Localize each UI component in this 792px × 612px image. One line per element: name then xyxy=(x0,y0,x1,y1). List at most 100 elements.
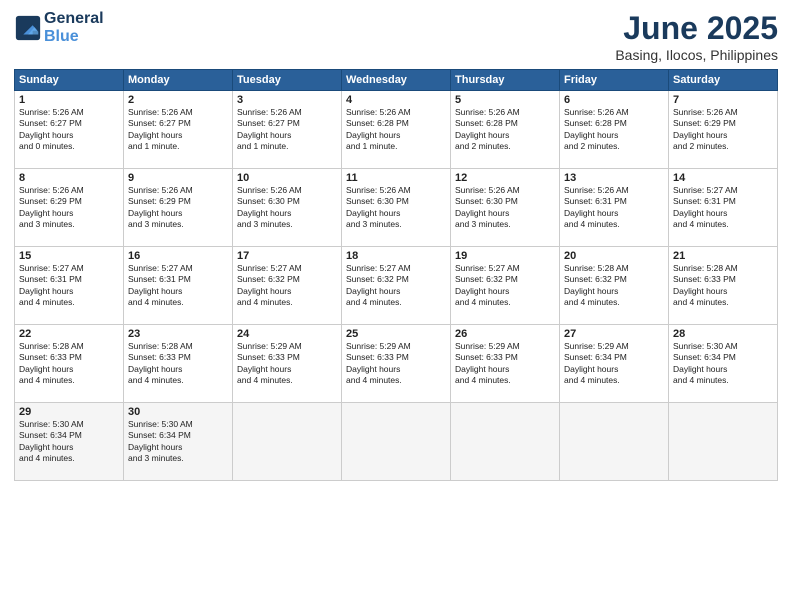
calendar-cell: 3Sunrise: 5:26 AMSunset: 6:27 PMDaylight… xyxy=(233,91,342,169)
day-number: 23 xyxy=(128,328,228,340)
col-header-sunday: Sunday xyxy=(15,70,124,91)
calendar-cell: 30Sunrise: 5:30 AMSunset: 6:34 PMDayligh… xyxy=(124,403,233,481)
calendar-cell xyxy=(669,403,778,481)
calendar-cell xyxy=(560,403,669,481)
calendar-cell: 20Sunrise: 5:28 AMSunset: 6:32 PMDayligh… xyxy=(560,247,669,325)
calendar-cell: 28Sunrise: 5:30 AMSunset: 6:34 PMDayligh… xyxy=(669,325,778,403)
day-number: 14 xyxy=(673,172,773,184)
cell-info: Sunrise: 5:27 AMSunset: 6:31 PMDaylight … xyxy=(673,185,738,229)
logo-icon xyxy=(14,14,42,42)
day-number: 17 xyxy=(237,250,337,262)
day-number: 28 xyxy=(673,328,773,340)
calendar-cell: 17Sunrise: 5:27 AMSunset: 6:32 PMDayligh… xyxy=(233,247,342,325)
cell-info: Sunrise: 5:30 AMSunset: 6:34 PMDaylight … xyxy=(128,419,193,463)
cell-info: Sunrise: 5:26 AMSunset: 6:27 PMDaylight … xyxy=(237,107,302,151)
calendar-cell: 2Sunrise: 5:26 AMSunset: 6:27 PMDaylight… xyxy=(124,91,233,169)
day-number: 20 xyxy=(564,250,664,262)
calendar-cell: 12Sunrise: 5:26 AMSunset: 6:30 PMDayligh… xyxy=(451,169,560,247)
day-number: 10 xyxy=(237,172,337,184)
calendar-cell: 15Sunrise: 5:27 AMSunset: 6:31 PMDayligh… xyxy=(15,247,124,325)
day-number: 18 xyxy=(346,250,446,262)
col-header-wednesday: Wednesday xyxy=(342,70,451,91)
calendar-cell: 26Sunrise: 5:29 AMSunset: 6:33 PMDayligh… xyxy=(451,325,560,403)
cell-info: Sunrise: 5:26 AMSunset: 6:28 PMDaylight … xyxy=(455,107,520,151)
day-number: 24 xyxy=(237,328,337,340)
calendar-cell: 8Sunrise: 5:26 AMSunset: 6:29 PMDaylight… xyxy=(15,169,124,247)
calendar-cell: 7Sunrise: 5:26 AMSunset: 6:29 PMDaylight… xyxy=(669,91,778,169)
day-number: 9 xyxy=(128,172,228,184)
col-header-saturday: Saturday xyxy=(669,70,778,91)
calendar-cell xyxy=(342,403,451,481)
cell-info: Sunrise: 5:27 AMSunset: 6:32 PMDaylight … xyxy=(346,263,411,307)
cell-info: Sunrise: 5:27 AMSunset: 6:32 PMDaylight … xyxy=(455,263,520,307)
day-number: 12 xyxy=(455,172,555,184)
col-header-tuesday: Tuesday xyxy=(233,70,342,91)
cell-info: Sunrise: 5:26 AMSunset: 6:30 PMDaylight … xyxy=(346,185,411,229)
calendar-cell: 14Sunrise: 5:27 AMSunset: 6:31 PMDayligh… xyxy=(669,169,778,247)
cell-info: Sunrise: 5:26 AMSunset: 6:27 PMDaylight … xyxy=(19,107,84,151)
week-row-2: 15Sunrise: 5:27 AMSunset: 6:31 PMDayligh… xyxy=(15,247,778,325)
logo-text: General Blue xyxy=(44,10,104,45)
day-number: 13 xyxy=(564,172,664,184)
calendar-cell xyxy=(233,403,342,481)
calendar-cell: 22Sunrise: 5:28 AMSunset: 6:33 PMDayligh… xyxy=(15,325,124,403)
calendar-cell: 5Sunrise: 5:26 AMSunset: 6:28 PMDaylight… xyxy=(451,91,560,169)
calendar-cell: 13Sunrise: 5:26 AMSunset: 6:31 PMDayligh… xyxy=(560,169,669,247)
cell-info: Sunrise: 5:27 AMSunset: 6:32 PMDaylight … xyxy=(237,263,302,307)
col-header-friday: Friday xyxy=(560,70,669,91)
day-number: 3 xyxy=(237,94,337,106)
day-number: 5 xyxy=(455,94,555,106)
day-number: 21 xyxy=(673,250,773,262)
cell-info: Sunrise: 5:29 AMSunset: 6:33 PMDaylight … xyxy=(455,341,520,385)
location: Basing, Ilocos, Philippines xyxy=(615,47,778,63)
calendar-cell: 4Sunrise: 5:26 AMSunset: 6:28 PMDaylight… xyxy=(342,91,451,169)
cell-info: Sunrise: 5:30 AMSunset: 6:34 PMDaylight … xyxy=(673,341,738,385)
cell-info: Sunrise: 5:26 AMSunset: 6:28 PMDaylight … xyxy=(564,107,629,151)
day-number: 15 xyxy=(19,250,119,262)
calendar-cell: 11Sunrise: 5:26 AMSunset: 6:30 PMDayligh… xyxy=(342,169,451,247)
day-number: 4 xyxy=(346,94,446,106)
calendar-cell: 1Sunrise: 5:26 AMSunset: 6:27 PMDaylight… xyxy=(15,91,124,169)
calendar-page: General Blue June 2025 Basing, Ilocos, P… xyxy=(0,0,792,612)
cell-info: Sunrise: 5:26 AMSunset: 6:30 PMDaylight … xyxy=(455,185,520,229)
calendar-cell: 23Sunrise: 5:28 AMSunset: 6:33 PMDayligh… xyxy=(124,325,233,403)
calendar-cell: 29Sunrise: 5:30 AMSunset: 6:34 PMDayligh… xyxy=(15,403,124,481)
week-row-4: 29Sunrise: 5:30 AMSunset: 6:34 PMDayligh… xyxy=(15,403,778,481)
month-title: June 2025 xyxy=(615,10,778,47)
cell-info: Sunrise: 5:26 AMSunset: 6:31 PMDaylight … xyxy=(564,185,629,229)
col-header-monday: Monday xyxy=(124,70,233,91)
cell-info: Sunrise: 5:27 AMSunset: 6:31 PMDaylight … xyxy=(128,263,193,307)
cell-info: Sunrise: 5:26 AMSunset: 6:27 PMDaylight … xyxy=(128,107,193,151)
calendar-cell: 25Sunrise: 5:29 AMSunset: 6:33 PMDayligh… xyxy=(342,325,451,403)
cell-info: Sunrise: 5:26 AMSunset: 6:29 PMDaylight … xyxy=(673,107,738,151)
cell-info: Sunrise: 5:26 AMSunset: 6:28 PMDaylight … xyxy=(346,107,411,151)
cell-info: Sunrise: 5:28 AMSunset: 6:33 PMDaylight … xyxy=(128,341,193,385)
cell-info: Sunrise: 5:27 AMSunset: 6:31 PMDaylight … xyxy=(19,263,84,307)
cell-info: Sunrise: 5:29 AMSunset: 6:33 PMDaylight … xyxy=(237,341,302,385)
calendar-cell: 6Sunrise: 5:26 AMSunset: 6:28 PMDaylight… xyxy=(560,91,669,169)
cell-info: Sunrise: 5:28 AMSunset: 6:32 PMDaylight … xyxy=(564,263,629,307)
cell-info: Sunrise: 5:30 AMSunset: 6:34 PMDaylight … xyxy=(19,419,84,463)
calendar-cell xyxy=(451,403,560,481)
day-number: 11 xyxy=(346,172,446,184)
day-number: 25 xyxy=(346,328,446,340)
cell-info: Sunrise: 5:28 AMSunset: 6:33 PMDaylight … xyxy=(19,341,84,385)
day-number: 26 xyxy=(455,328,555,340)
week-row-0: 1Sunrise: 5:26 AMSunset: 6:27 PMDaylight… xyxy=(15,91,778,169)
calendar-cell: 16Sunrise: 5:27 AMSunset: 6:31 PMDayligh… xyxy=(124,247,233,325)
day-number: 6 xyxy=(564,94,664,106)
cell-info: Sunrise: 5:26 AMSunset: 6:30 PMDaylight … xyxy=(237,185,302,229)
title-block: June 2025 Basing, Ilocos, Philippines xyxy=(615,10,778,63)
logo: General Blue xyxy=(14,10,104,45)
cell-info: Sunrise: 5:26 AMSunset: 6:29 PMDaylight … xyxy=(128,185,193,229)
cell-info: Sunrise: 5:29 AMSunset: 6:34 PMDaylight … xyxy=(564,341,629,385)
day-number: 19 xyxy=(455,250,555,262)
calendar-table: SundayMondayTuesdayWednesdayThursdayFrid… xyxy=(14,69,778,481)
day-number: 2 xyxy=(128,94,228,106)
day-number: 29 xyxy=(19,406,119,418)
calendar-cell: 9Sunrise: 5:26 AMSunset: 6:29 PMDaylight… xyxy=(124,169,233,247)
day-number: 8 xyxy=(19,172,119,184)
cell-info: Sunrise: 5:26 AMSunset: 6:29 PMDaylight … xyxy=(19,185,84,229)
calendar-cell: 24Sunrise: 5:29 AMSunset: 6:33 PMDayligh… xyxy=(233,325,342,403)
calendar-cell: 18Sunrise: 5:27 AMSunset: 6:32 PMDayligh… xyxy=(342,247,451,325)
